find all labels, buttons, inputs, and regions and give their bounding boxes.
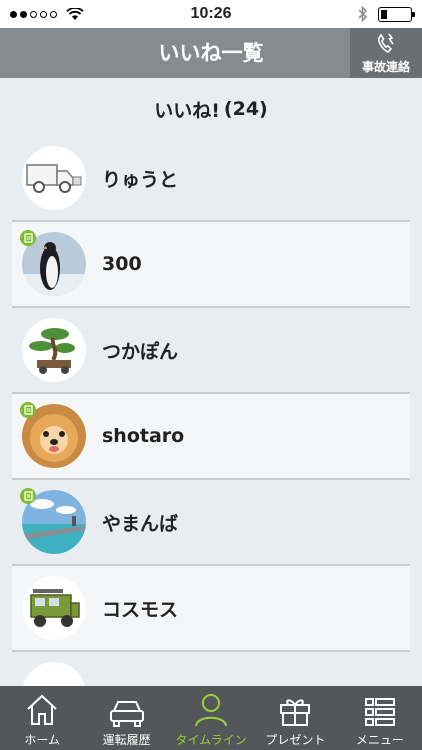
menu-list-icon [364, 698, 395, 726]
tab-label: 運転履歴 [102, 733, 151, 747]
phone-alert-icon [378, 33, 394, 53]
avatar [22, 318, 86, 382]
car-icon [109, 701, 144, 727]
wifi-icon [66, 7, 84, 20]
post-badge-icon [20, 402, 36, 418]
user-name: りゅうと [102, 168, 179, 191]
list-item[interactable]: shotaro [12, 394, 410, 480]
bonsai-cart-icon [29, 328, 75, 374]
list-item[interactable]: 300 [12, 222, 410, 308]
home-icon [27, 694, 57, 725]
list-item[interactable]: りゅうと [12, 136, 410, 222]
user-name: shotaro [102, 425, 185, 447]
bottom-tab-bar: ホーム 運転履歴 タイムライン プレゼント メニュー [0, 686, 422, 750]
tab-home[interactable]: ホーム [0, 686, 84, 750]
user-name: 300 [102, 253, 142, 275]
avatar [22, 576, 86, 640]
likes-label: いいね! [154, 99, 220, 122]
signal-strength-icon [10, 7, 84, 21]
header-bar: いいね一覧 事故連絡 [0, 28, 422, 78]
post-badge-icon [20, 488, 36, 504]
status-bar: 10:26 [0, 0, 422, 28]
bluetooth-icon [358, 6, 368, 22]
accident-report-label: 事故連絡 [361, 59, 410, 74]
post-badge-icon [20, 230, 36, 246]
avatar [22, 146, 86, 210]
likes-count-heading: いいね! (24) [0, 78, 422, 140]
list-item[interactable]: やまんば [12, 480, 410, 566]
user-name: つかぽん [102, 340, 179, 363]
white-truck-icon [26, 164, 82, 193]
status-time: 10:26 [190, 5, 232, 22]
list-item[interactable]: つかぽん [12, 308, 410, 394]
liked-user-list: りゅうと 300 つかぽん shotaro やまんば コスモス [12, 136, 410, 738]
tab-menu[interactable]: メニュー [338, 686, 422, 750]
tab-label: ホーム [24, 733, 61, 747]
accident-report-button[interactable]: 事故連絡 [350, 28, 422, 78]
tab-present[interactable]: プレゼント [253, 686, 337, 750]
tab-label: プレゼント [265, 733, 326, 747]
tab-label: メニュー [355, 733, 404, 747]
user-name: やまんば [102, 512, 179, 535]
likes-count: (24) [223, 98, 268, 120]
person-icon [195, 694, 228, 727]
list-item[interactable]: コスモス [12, 566, 410, 652]
green-jeep-icon [30, 589, 80, 627]
tab-timeline[interactable]: タイムライン [169, 686, 253, 750]
tab-driving-history[interactable]: 運転履歴 [84, 686, 168, 750]
gift-icon [280, 699, 311, 726]
user-name: コスモス [102, 598, 179, 621]
tab-label: タイムライン [175, 733, 247, 747]
battery-icon [378, 6, 415, 22]
